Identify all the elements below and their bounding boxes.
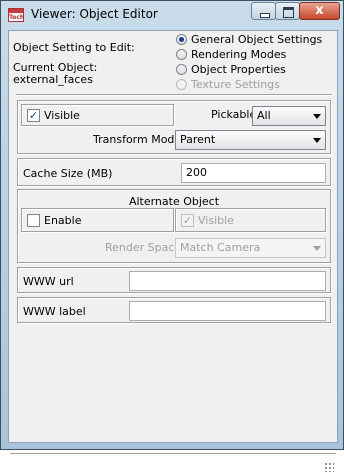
enable-label: Enable — [44, 214, 82, 227]
app-icon: Tech — [8, 8, 24, 22]
cache-size-input[interactable]: 200 — [181, 163, 326, 183]
close-button[interactable]: x — [299, 2, 340, 20]
minimize-icon — [260, 13, 270, 18]
render-space-dropdown-value: Match Camera — [180, 241, 261, 254]
radio-general-object-settings[interactable] — [176, 34, 187, 45]
enable-checkbox-box: Enable — [21, 208, 174, 232]
alternate-object-panel: Alternate Object Enable ✓ Visible Render… — [17, 189, 331, 263]
maximize-icon — [283, 7, 294, 18]
alternate-visible-label: Visible — [198, 214, 234, 227]
radio-rendering-modes[interactable] — [176, 49, 187, 60]
radio-object-properties[interactable] — [176, 64, 187, 75]
visibility-panel: ✓ Visible Pickable All Transform Mode Pa… — [17, 100, 331, 154]
object-editor-window: Tech Viewer: Object Editor x Object Sett… — [0, 0, 344, 472]
transform-mode-dropdown-value: Parent — [180, 133, 216, 146]
status-bar — [10, 453, 336, 474]
separator — [16, 94, 332, 96]
resize-grip-icon[interactable] — [324, 462, 334, 472]
radio-rendering-modes-label[interactable]: Rendering Modes — [191, 48, 286, 61]
www-label-panel: WWW label — [17, 297, 331, 323]
minimize-button[interactable] — [251, 2, 276, 20]
radio-general-object-settings-label[interactable]: General Object Settings — [191, 33, 322, 46]
pickable-label: Pickable — [211, 108, 257, 121]
chevron-down-icon — [313, 138, 321, 143]
enable-checkbox[interactable] — [27, 214, 40, 227]
visible-label: Visible — [44, 109, 80, 122]
close-icon: x — [315, 3, 324, 18]
www-url-panel: WWW url — [17, 267, 331, 293]
radio-texture-settings — [176, 79, 187, 90]
radio-texture-settings-label: Texture Settings — [191, 78, 280, 91]
render-space-label: Render Space — [105, 241, 182, 254]
alternate-visible-checkbox-box: ✓ Visible — [175, 208, 326, 232]
render-space-dropdown: Match Camera — [175, 238, 326, 258]
cache-size-panel: Cache Size (MB) 200 — [17, 158, 331, 186]
www-url-label: WWW url — [23, 275, 74, 288]
www-label-label: WWW label — [23, 305, 86, 318]
chevron-down-icon — [313, 246, 321, 251]
setting-to-edit-label: Object Setting to Edit: — [13, 41, 135, 54]
radio-object-properties-label[interactable]: Object Properties — [191, 63, 286, 76]
cache-size-label: Cache Size (MB) — [23, 167, 113, 180]
www-label-input[interactable] — [129, 301, 326, 321]
check-icon: ✓ — [182, 214, 193, 227]
title-bar[interactable]: Tech Viewer: Object Editor x — [1, 1, 343, 29]
www-url-input[interactable] — [129, 271, 326, 291]
chevron-down-icon — [313, 114, 321, 119]
pickable-dropdown-value: All — [257, 109, 271, 122]
current-object-value: external_faces — [13, 73, 93, 86]
check-icon: ✓ — [28, 109, 39, 122]
pickable-dropdown[interactable]: All — [252, 106, 326, 126]
window-title: Viewer: Object Editor — [31, 7, 158, 21]
transform-mode-label: Transform Mode — [93, 133, 182, 146]
maximize-button[interactable] — [275, 2, 300, 20]
editor-client-area: Object Setting to Edit: Current Object: … — [8, 30, 338, 472]
transform-mode-dropdown[interactable]: Parent — [175, 130, 326, 150]
alternate-object-title: Alternate Object — [128, 195, 220, 208]
alternate-visible-checkbox: ✓ — [181, 214, 194, 227]
visible-checkbox-box: ✓ Visible — [21, 104, 174, 126]
visible-checkbox[interactable]: ✓ — [27, 109, 40, 122]
